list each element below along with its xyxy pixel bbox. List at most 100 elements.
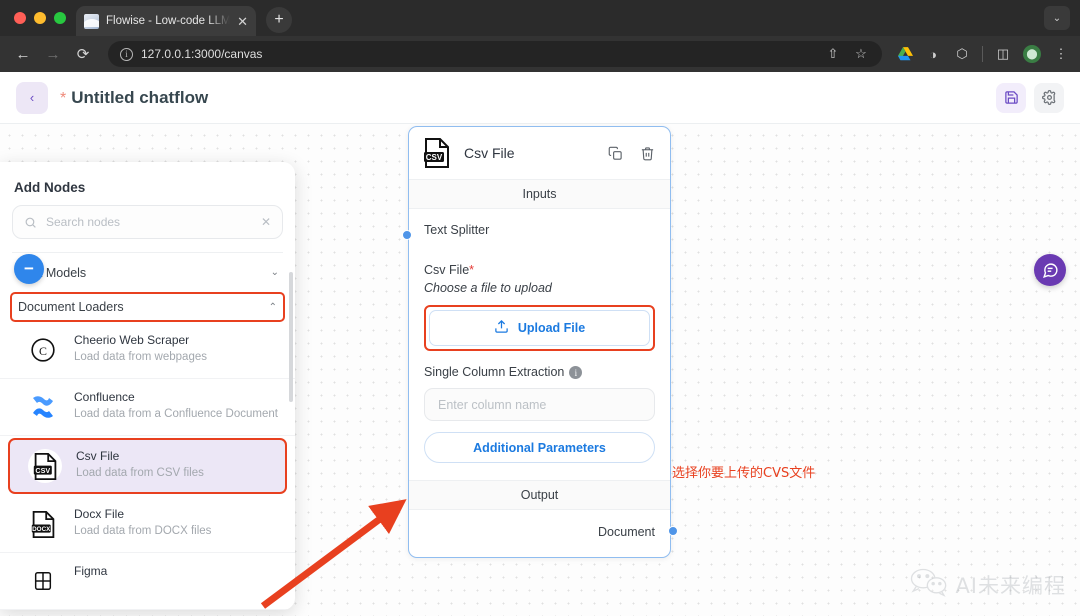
tabstrip-right: ⌄ [1044,0,1080,36]
list-item[interactable]: C Cheerio Web Scraper Load data from web… [0,322,295,379]
output-label: Document [598,525,655,540]
node-desc: Load data from CSV files [76,467,204,479]
single-column-label: Single Column Extraction i [424,365,655,380]
forward-icon[interactable]: → [40,41,66,67]
collapse-panel-button[interactable]: − [14,254,44,284]
category-accordion: Chat Models ⌄ Document Loaders ⌃ C Cheer… [0,253,295,610]
list-item-csv-file[interactable]: CSV Csv File Load data from CSV files [8,438,287,494]
wechat-icon [909,567,949,602]
required-marker: * [469,263,475,277]
confluence-icon [26,390,60,424]
info-icon[interactable]: i [569,366,583,380]
upload-file-button[interactable]: Upload File [429,310,650,346]
save-button[interactable] [996,82,1026,113]
split-view-icon[interactable]: ◫ [994,46,1012,62]
close-window-button[interactable] [14,12,26,24]
browser-window: Flowise - Low-code LLM app ✕ + ⌄ ← → ⟳ i… [0,0,1080,616]
svg-text:C: C [39,344,47,358]
node-name: Confluence [74,390,135,404]
additional-parameters-button[interactable]: Additional Parameters [424,432,655,464]
toolbar-divider [982,46,983,62]
search-icon [24,216,37,229]
browser-tab[interactable]: Flowise - Low-code LLM app ✕ [76,6,256,36]
watermark: AI未来编程 [909,567,1066,602]
contrast-icon[interactable]: ◑ [924,47,942,62]
close-icon[interactable]: ✕ [237,15,248,28]
document-output-anchor[interactable] [667,526,678,537]
url-text: 127.0.0.1:3000/canvas [141,47,263,61]
list-item-texts: Confluence Load data from a Confluence D… [74,390,278,421]
svg-text:DOCX: DOCX [32,525,51,532]
bookmark-icon[interactable]: ☆ [852,46,870,62]
category-label: Document Loaders [18,300,124,314]
node-inputs: Text Splitter Csv File* Choose a file to… [401,209,670,471]
search-input[interactable]: Search nodes ✕ [12,205,283,239]
maximize-window-button[interactable] [54,12,66,24]
csv-file-label-text: Csv File [424,263,470,277]
list-item-texts: Figma [74,564,107,578]
settings-button[interactable] [1034,82,1064,113]
csv-icon: CSV [422,138,452,168]
page-title: * Untitled chatflow [60,88,208,108]
list-item[interactable]: Figma [0,553,295,610]
docx-icon: DOCX [26,507,60,541]
csv-file-node[interactable]: CSV Csv File Inputs Text Splitter Csv Fi… [401,126,678,559]
list-item-texts: Cheerio Web Scraper Load data from webpa… [74,333,207,364]
delete-icon[interactable] [637,146,657,161]
chevron-down-icon[interactable]: ⌄ [1044,6,1070,30]
app-header: ‹ * Untitled chatflow [0,72,1080,124]
node-name: Cheerio Web Scraper [74,333,190,347]
back-icon[interactable]: ← [10,41,36,67]
drive-icon[interactable] [898,47,913,61]
csv-file-hint: Choose a file to upload [424,281,552,295]
list-item[interactable]: DOCX Docx File Load data from DOCX files [0,496,295,553]
address-bar[interactable]: i 127.0.0.1:3000/canvas ⇧ ☆ [108,41,882,67]
csv-icon: CSV [28,449,62,483]
header-actions [996,82,1064,113]
column-name-placeholder: Enter column name [438,397,547,412]
unsaved-indicator: * [60,89,67,107]
panel-scrollbar[interactable] [289,272,293,402]
upload-icon [494,319,509,337]
avatar[interactable]: ⬤ [1023,45,1041,63]
category-chat-models[interactable]: Chat Models ⌄ [0,253,295,292]
clear-icon[interactable]: ✕ [261,215,271,229]
browser-toolbar: ← → ⟳ i 127.0.0.1:3000/canvas ⇧ ☆ ◑ ⬡ ◫ [0,36,1080,72]
upload-file-label: Upload File [517,321,586,335]
menu-icon[interactable]: ⋮ [1052,46,1070,62]
add-nodes-panel: Add Nodes Search nodes ✕ Chat Models ⌄ D… [0,162,295,610]
new-tab-button[interactable]: + [266,7,292,33]
chevron-down-icon: ⌄ [270,267,279,278]
omnibox-actions: ⇧ ☆ [824,46,870,62]
chatflow-title[interactable]: Untitled chatflow [71,88,208,108]
panel-title: Add Nodes [14,180,86,195]
category-document-loaders[interactable]: Document Loaders ⌃ [10,292,285,322]
text-splitter-anchor[interactable] [401,230,412,240]
list-item-texts: Csv File Load data from CSV files [76,449,204,480]
minimize-window-button[interactable] [34,12,46,24]
csv-file-label: Csv File* [424,263,655,277]
node-name: Docx File [74,507,125,521]
share-icon[interactable]: ⇧ [824,46,842,62]
back-button[interactable]: ‹ [16,81,48,114]
extensions-icon[interactable]: ⬡ [953,46,971,62]
single-column-label-text: Single Column Extraction [424,365,565,379]
chat-button[interactable] [1034,254,1066,286]
node-header: CSV Csv File [409,127,670,179]
svg-text:CSV: CSV [35,465,50,474]
inputs-header: Inputs [409,179,670,209]
site-info-icon[interactable]: i [120,47,133,61]
list-item[interactable]: Confluence Load data from a Confluence D… [0,379,295,436]
output-header: Output [409,480,670,511]
upload-annotation-note: 选择你要上传的CVS文件 [672,466,816,481]
flow-canvas[interactable]: − Add Nodes Search nodes ✕ Chat Models ⌄… [0,124,1080,616]
node-title: Csv File [464,145,515,161]
copy-icon[interactable] [605,146,625,161]
chevron-up-icon: ⌃ [268,301,277,313]
reload-icon[interactable]: ⟳ [70,41,96,67]
watermark-text: AI未来编程 [955,573,1066,598]
node-name: Csv File [76,449,120,463]
svg-text:CSV: CSV [426,153,443,162]
column-name-input[interactable]: Enter column name [424,388,655,422]
node-desc: Load data from a Confluence Document [74,408,278,420]
